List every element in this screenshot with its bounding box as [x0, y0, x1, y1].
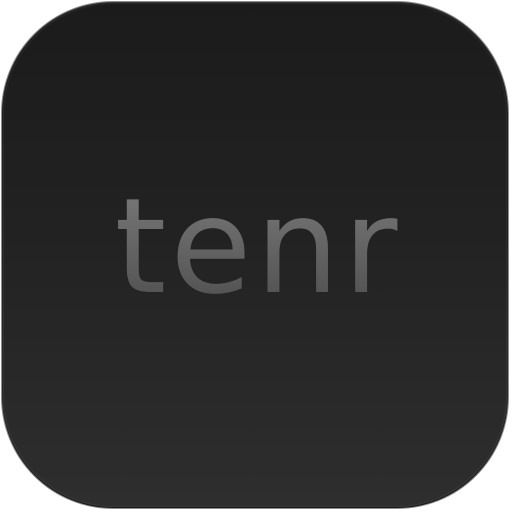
canvas: tenr	[0, 0, 512, 512]
wordmark: tenr	[2, 2, 508, 508]
app-name-text: tenr	[114, 170, 402, 324]
app-icon[interactable]: tenr	[1, 1, 509, 509]
